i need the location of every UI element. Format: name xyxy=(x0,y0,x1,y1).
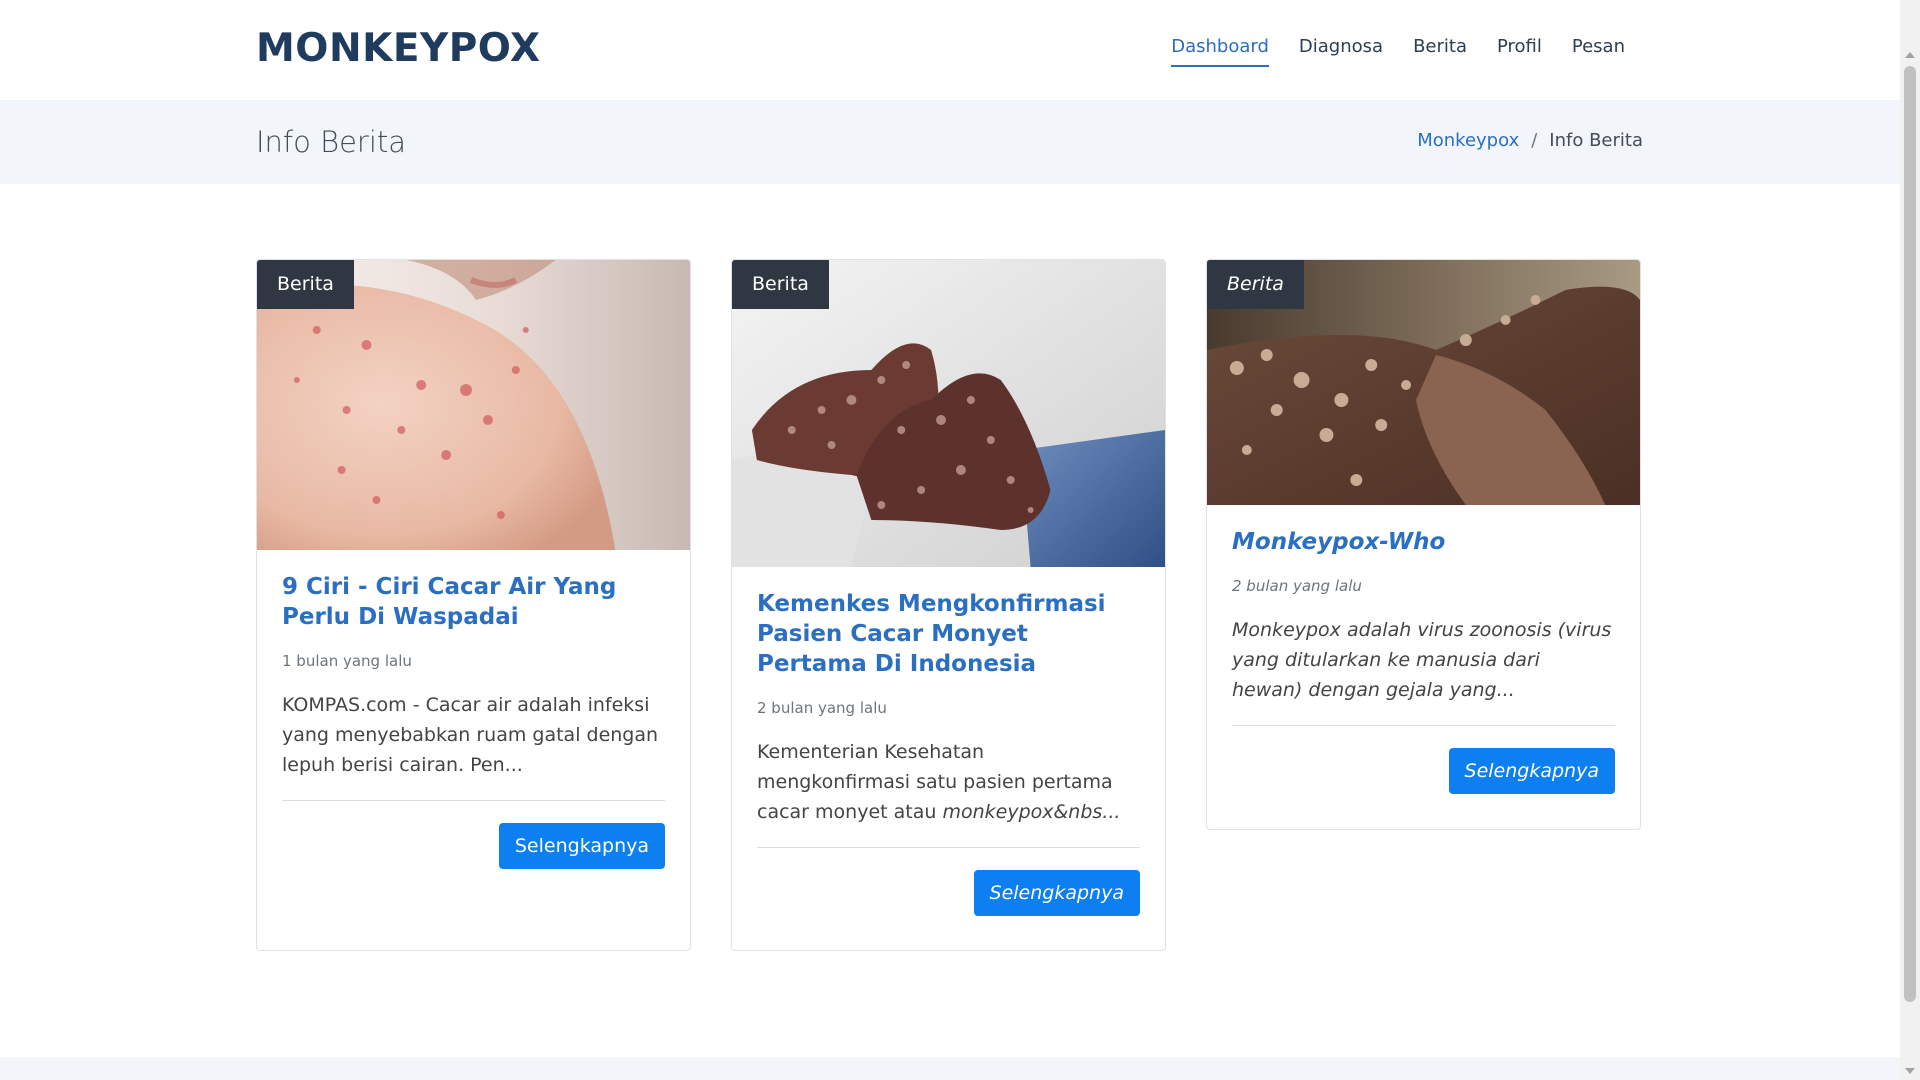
breadcrumb-current: Info Berita xyxy=(1549,130,1643,151)
news-title-link[interactable]: Monkeypox-Who xyxy=(1232,527,1615,557)
news-card: Berita Kemenkes Mengkonfirmasi Pasien Ca… xyxy=(731,259,1166,951)
category-badge: Berita xyxy=(1207,260,1304,309)
site-header: MONKEYPOX Dashboard Diagnosa Berita Prof… xyxy=(0,0,1900,100)
card-divider xyxy=(1232,725,1615,726)
news-image-hand-lesions[interactable]: Berita xyxy=(1207,260,1640,505)
footer-strip xyxy=(0,1057,1900,1080)
news-excerpt-italic: monkeypox&nbs... xyxy=(942,801,1121,823)
breadcrumb-band: Info Berita Monkeypox / Info Berita xyxy=(0,100,1900,184)
news-title-link[interactable]: Kemenkes Mengkonfirmasi Pasien Cacar Mon… xyxy=(757,589,1140,679)
read-more-button[interactable]: Selengkapnya xyxy=(1448,748,1615,794)
news-image-child-rash[interactable]: Berita xyxy=(257,260,690,550)
nav-diagnosa[interactable]: Diagnosa xyxy=(1284,30,1398,67)
card-body: 9 Ciri - Ciri Cacar Air Yang Perlu Di Wa… xyxy=(257,550,690,869)
scroll-up-arrow-icon[interactable] xyxy=(1905,52,1915,58)
scrollbar-thumb[interactable] xyxy=(1904,66,1916,1002)
category-badge: Berita xyxy=(732,260,829,309)
main-nav: Dashboard Diagnosa Berita Profil Pesan xyxy=(1156,30,1640,67)
scroll-down-arrow-icon[interactable] xyxy=(1905,1068,1915,1074)
card-divider xyxy=(282,800,665,801)
news-excerpt: KOMPAS.com - Cacar air adalah infeksi ya… xyxy=(282,694,659,776)
news-date: 2 bulan yang lalu xyxy=(1232,577,1362,595)
breadcrumb-separator: / xyxy=(1531,130,1538,151)
site-logo[interactable]: MONKEYPOX xyxy=(256,24,541,74)
card-body: Kemenkes Mengkonfirmasi Pasien Cacar Mon… xyxy=(732,567,1165,916)
news-card: Berita Monkeypox-Who 2 bulan yang lalu M… xyxy=(1206,259,1641,830)
news-image-feet-lesions[interactable]: Berita xyxy=(732,260,1165,567)
news-title-link[interactable]: 9 Ciri - Ciri Cacar Air Yang Perlu Di Wa… xyxy=(282,572,665,632)
card-body: Monkeypox-Who 2 bulan yang lalu Monkeypo… xyxy=(1207,505,1640,794)
news-excerpt: Kementerian Kesehatan mengkonfirmasi sat… xyxy=(757,737,1140,827)
card-divider xyxy=(757,847,1140,848)
page-title: Info Berita xyxy=(256,125,407,159)
category-badge: Berita xyxy=(257,260,354,309)
news-excerpt: Monkeypox adalah virus zoonosis (virus y… xyxy=(1232,619,1612,701)
nav-pesan[interactable]: Pesan xyxy=(1557,30,1640,67)
news-date: 1 bulan yang lalu xyxy=(282,652,412,670)
page-scrollbar[interactable] xyxy=(1900,0,1920,1080)
news-date: 2 bulan yang lalu xyxy=(757,699,887,717)
read-more-button[interactable]: Selengkapnya xyxy=(498,823,665,869)
read-more-button[interactable]: Selengkapnya xyxy=(973,870,1140,916)
nav-berita[interactable]: Berita xyxy=(1398,30,1482,67)
breadcrumb: Monkeypox / Info Berita xyxy=(1417,130,1643,151)
nav-profil[interactable]: Profil xyxy=(1482,30,1557,67)
nav-dashboard[interactable]: Dashboard xyxy=(1156,30,1284,67)
news-card: Berita 9 Ciri - Ciri Cacar Air Yang Perl… xyxy=(256,259,691,951)
breadcrumb-home-link[interactable]: Monkeypox xyxy=(1417,130,1519,151)
